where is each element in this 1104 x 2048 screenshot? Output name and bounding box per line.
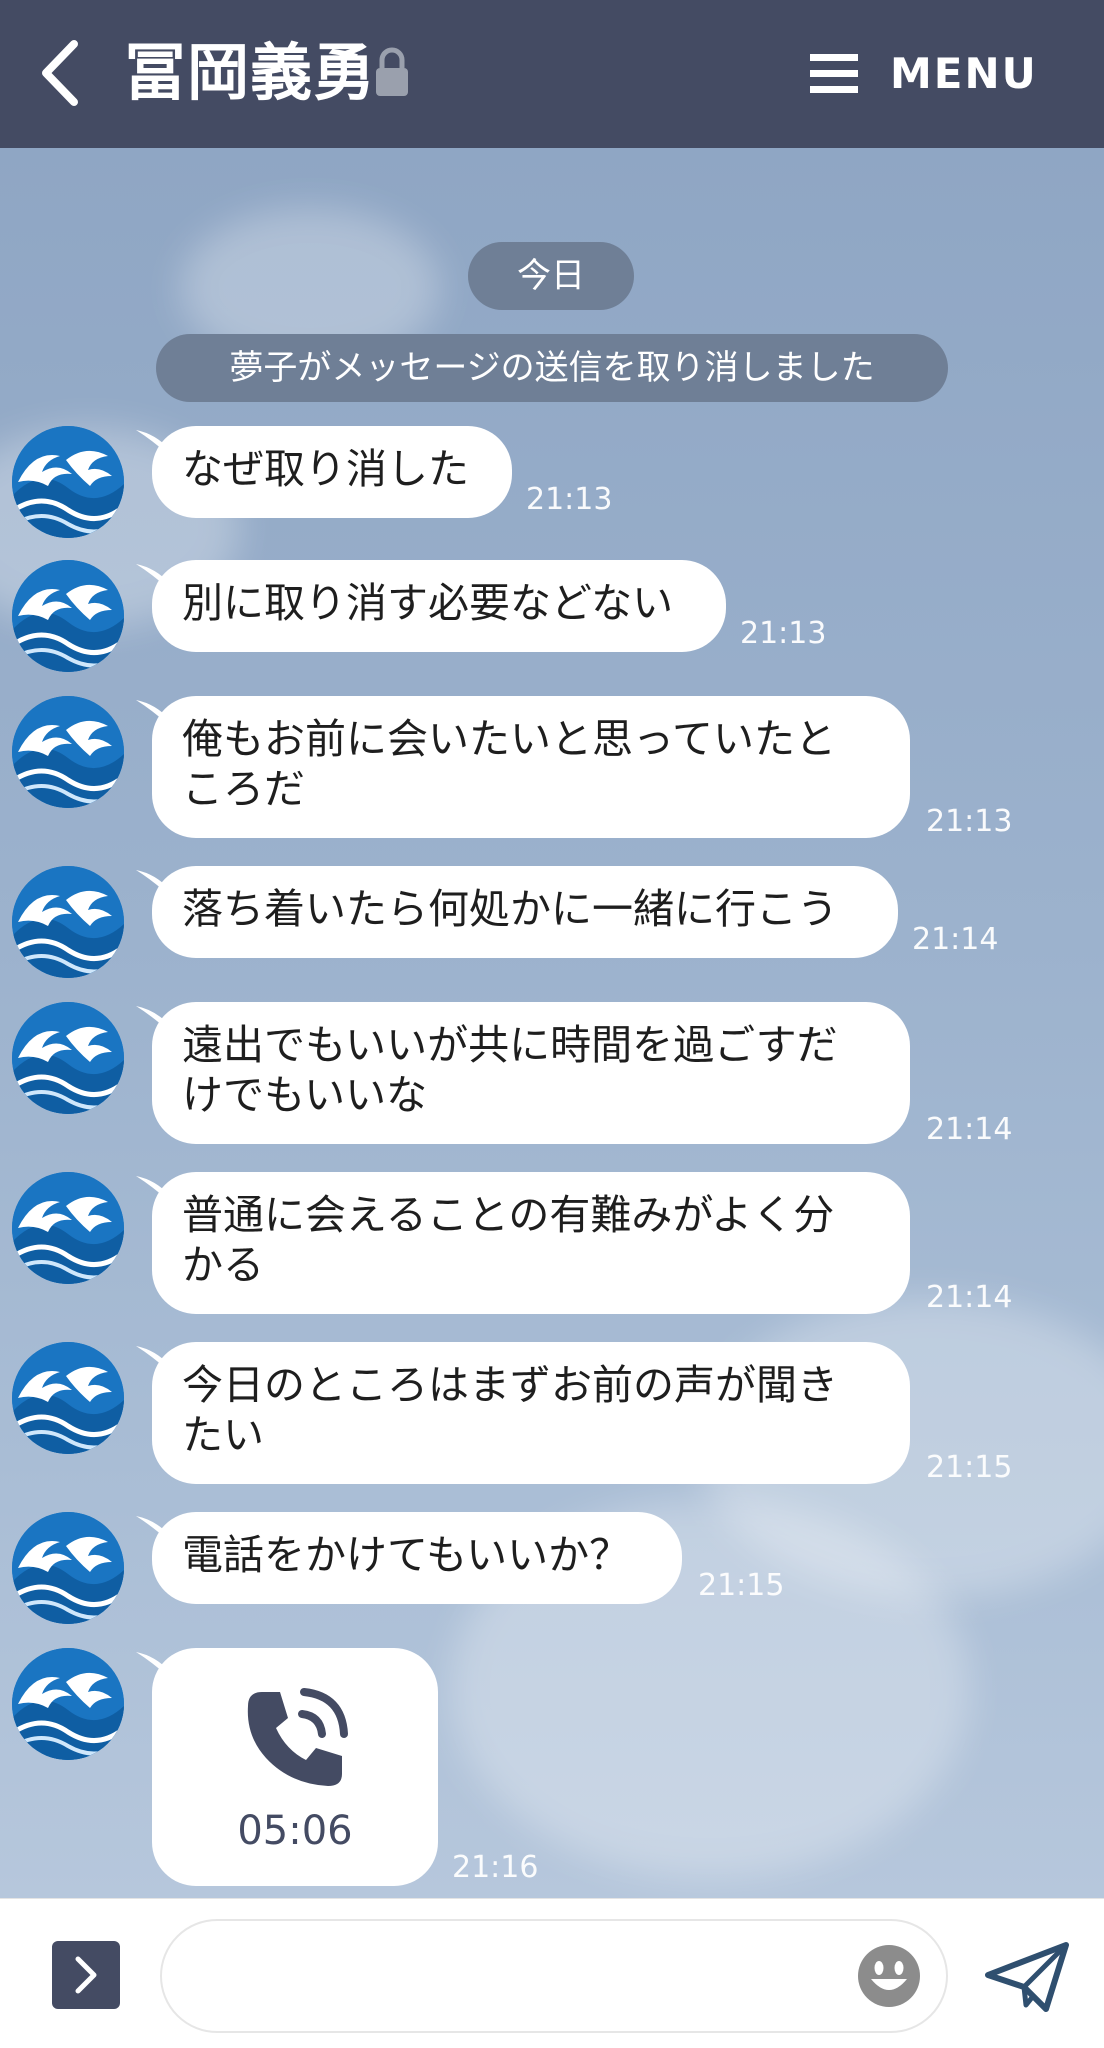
back-button[interactable] bbox=[30, 30, 102, 116]
message-list[interactable]: 今日 夢子がメッセージの送信を取り消しました なぜ取り消した 21:13 別に取… bbox=[0, 148, 1104, 1898]
avatar[interactable] bbox=[12, 1512, 124, 1624]
message-bubble[interactable]: 今日のところはまずお前の声が聞き たい bbox=[152, 1342, 910, 1484]
avatar[interactable] bbox=[12, 1172, 124, 1284]
wave-avatar-icon bbox=[12, 1172, 124, 1284]
wave-avatar-icon bbox=[12, 1342, 124, 1454]
message-bubble[interactable]: 別に取り消す必要などない bbox=[152, 560, 726, 652]
message-bubble[interactable]: 遠出でもいいが共に時間を過ごすだ けでもいいな bbox=[152, 1002, 910, 1144]
wave-avatar-icon bbox=[12, 866, 124, 978]
message-bubble[interactable]: 俺もお前に会いたいと思っていたと ころだ bbox=[152, 696, 910, 838]
smiley-icon[interactable] bbox=[856, 1943, 922, 2009]
message-time: 21:13 bbox=[926, 804, 1013, 839]
message-time: 21:15 bbox=[926, 1450, 1013, 1485]
unsend-notice: 夢子がメッセージの送信を取り消しました bbox=[156, 334, 948, 402]
wave-avatar-icon bbox=[12, 426, 124, 538]
wave-avatar-icon bbox=[12, 1648, 124, 1760]
paper-plane-icon[interactable] bbox=[982, 1939, 1072, 2015]
chat-header: 冨岡義勇 MENU bbox=[0, 0, 1104, 148]
message-time: 21:14 bbox=[926, 1112, 1013, 1147]
call-duration: 05:06 bbox=[237, 1808, 353, 1854]
avatar[interactable] bbox=[12, 1342, 124, 1454]
avatar[interactable] bbox=[12, 866, 124, 978]
message-time: 21:14 bbox=[926, 1280, 1013, 1315]
avatar[interactable] bbox=[12, 696, 124, 808]
wave-avatar-icon bbox=[12, 560, 124, 672]
chevron-right-icon bbox=[75, 1956, 97, 1994]
message-bubble[interactable]: なぜ取り消した bbox=[152, 426, 512, 518]
expand-button[interactable] bbox=[52, 1941, 120, 2009]
menu-button[interactable]: MENU bbox=[800, 40, 1040, 108]
message-time: 21:13 bbox=[740, 616, 827, 651]
message-time: 21:16 bbox=[452, 1850, 539, 1885]
wave-avatar-icon bbox=[12, 1512, 124, 1624]
avatar[interactable] bbox=[12, 560, 124, 672]
message-time: 21:13 bbox=[526, 482, 613, 517]
message-input-bar bbox=[0, 1898, 1104, 2048]
wave-avatar-icon bbox=[12, 1002, 124, 1114]
chevron-left-icon bbox=[42, 40, 78, 106]
message-bubble[interactable]: 普通に会えることの有難みがよく分 かる bbox=[152, 1172, 910, 1314]
avatar[interactable] bbox=[12, 1002, 124, 1114]
avatar[interactable] bbox=[12, 1648, 124, 1760]
message-input[interactable] bbox=[160, 1919, 948, 2033]
date-divider: 今日 bbox=[468, 242, 634, 310]
message-bubble[interactable]: 落ち着いたら何処かに一緒に行こう bbox=[152, 866, 898, 958]
message-time: 21:15 bbox=[698, 1568, 785, 1603]
message-bubble[interactable]: 電話をかけてもいいか？ bbox=[152, 1512, 682, 1604]
phone-call-icon bbox=[247, 1688, 348, 1786]
call-bubble[interactable]: 05:06 bbox=[152, 1648, 438, 1886]
message-time: 21:14 bbox=[912, 922, 999, 957]
chat-title: 冨岡義勇 bbox=[124, 36, 377, 109]
chat-screen: 冨岡義勇 MENU 今日 夢子がメッセージの送信を取り消しました なぜ取り消した… bbox=[0, 0, 1104, 2048]
wave-avatar-icon bbox=[12, 696, 124, 808]
menu-label: MENU bbox=[890, 49, 1038, 98]
avatar[interactable] bbox=[12, 426, 124, 538]
hamburger-icon bbox=[810, 54, 858, 93]
lock-icon bbox=[376, 47, 408, 96]
